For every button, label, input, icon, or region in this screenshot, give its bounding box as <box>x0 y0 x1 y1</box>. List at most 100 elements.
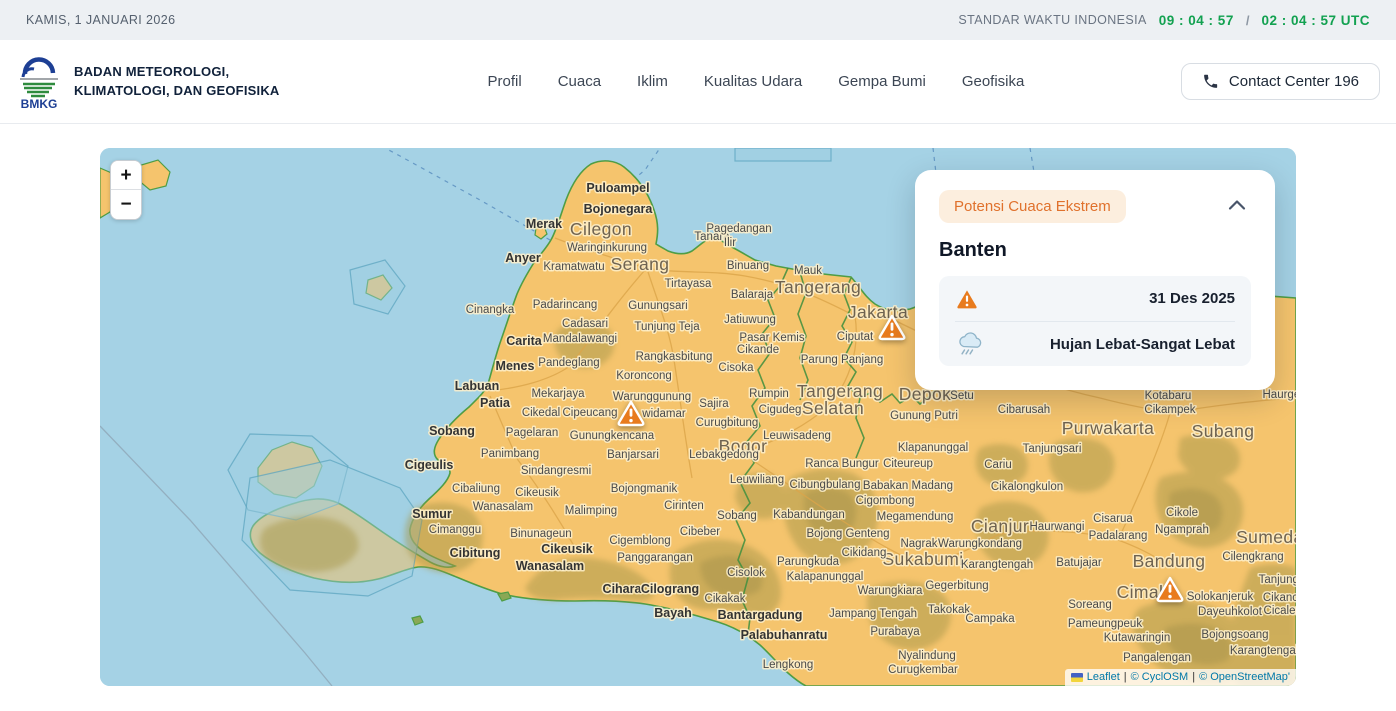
map-label: Sukabumi <box>882 549 963 569</box>
nav-profil[interactable]: Profil <box>488 73 522 90</box>
map-label: Cibitung <box>450 546 501 560</box>
zoom-in-button[interactable]: + <box>111 161 141 190</box>
map-label: Haurwangi <box>1030 521 1085 533</box>
map-label: Curugbitung <box>696 417 759 429</box>
map-label: Bantargadung <box>718 608 803 622</box>
map-label: Klapanunggal <box>898 442 968 454</box>
map-label: Cirinten <box>664 500 704 512</box>
osm-link[interactable]: © OpenStreetMap' <box>1199 671 1290 683</box>
map-label: Banjarsari <box>607 449 659 461</box>
map-label: Cisolok <box>727 567 765 579</box>
map-label: Kramatwatu <box>543 261 604 273</box>
map-label: Ngamprah <box>1155 524 1209 536</box>
map-label: Sajira <box>699 398 729 410</box>
map-label: Jampang Tengah <box>829 608 917 620</box>
map-label: Sumur <box>412 507 452 521</box>
map-label: Soreang <box>1068 599 1111 611</box>
cyclosm-link[interactable]: © CyclOSM <box>1131 671 1189 683</box>
brand-line2: KLIMATOLOGI, DAN GEOFISIKA <box>74 82 280 100</box>
map-label: Nagrak <box>900 538 937 550</box>
bmkg-logo-icon: BMKG <box>14 54 64 110</box>
map-label: Bojong Genteng <box>806 528 889 540</box>
map-label: Cigudeg <box>759 404 802 416</box>
map-label: Menes <box>496 359 535 373</box>
map-label: Kutawaringin <box>1104 632 1170 644</box>
nav-gempa-bumi[interactable]: Gempa Bumi <box>838 73 926 90</box>
map-label: Dayeuhkolot <box>1198 606 1263 618</box>
map-zoom-control: + − <box>110 160 142 220</box>
map-label: Cihara <box>603 582 643 596</box>
map-label: Cikidang <box>842 547 887 559</box>
time-standard-label: STANDAR WAKTU INDONESIA <box>958 13 1146 27</box>
map-label: Panimbang <box>481 448 539 460</box>
contact-center-button[interactable]: Contact Center 196 <box>1181 63 1380 100</box>
weather-map[interactable]: CilegonSerangTangerangJakartaTangerangSe… <box>100 148 1296 686</box>
map-label: Jakarta <box>848 302 908 322</box>
top-bar: KAMIS, 1 JANUARI 2026 STANDAR WAKTU INDO… <box>0 0 1396 40</box>
map-label: Bayah <box>654 606 692 620</box>
map-label: Malimping <box>565 505 617 517</box>
map-label: Waringinkurung <box>567 242 647 254</box>
map-label: Cilengkrang <box>1222 551 1283 563</box>
warning-date-row: 31 Des 2025 <box>955 276 1235 321</box>
map-label: Bojongmanik <box>611 483 678 495</box>
map-label: Karangtengah <box>961 559 1033 571</box>
map-label: Pangalengan <box>1123 652 1191 664</box>
map-label: Cianjur <box>971 516 1029 536</box>
nav-kualitas-udara[interactable]: Kualitas Udara <box>704 73 802 90</box>
rain-cloud-icon <box>955 331 983 357</box>
map-label: Pagelaran <box>506 427 558 439</box>
map-label: Wanasalam <box>473 501 533 513</box>
nav-cuaca[interactable]: Cuaca <box>558 73 601 90</box>
warning-condition: Hujan Lebat-Sangat Lebat <box>1050 336 1235 353</box>
map-label: Ranca Bungur <box>805 458 879 470</box>
attrib-separator: | <box>1192 671 1195 683</box>
map-label: Cisarua <box>1093 513 1133 525</box>
map-label: Pandeglang <box>538 357 599 369</box>
map-label: Lebakgedong <box>689 449 759 461</box>
time-separator: / <box>1246 13 1250 28</box>
utc-time: 02 : 04 : 57 UTC <box>1261 13 1370 28</box>
map-label: Cibungbulang <box>790 479 861 491</box>
map-label: Solokanjeruk <box>1187 591 1254 603</box>
card-badge: Potensi Cuaca Ekstrem <box>939 190 1126 223</box>
nav-iklim[interactable]: Iklim <box>637 73 668 90</box>
main-nav: Profil Cuaca Iklim Kualitas Udara Gempa … <box>488 73 1025 90</box>
zoom-out-button[interactable]: − <box>111 190 141 219</box>
map-label: Bandung <box>1133 551 1206 571</box>
map-label: Cilegon <box>570 219 632 239</box>
map-label: Pagedangan <box>706 223 771 235</box>
map-label: Gunung Putri <box>890 410 958 422</box>
nav-geofisika[interactable]: Geofisika <box>962 73 1025 90</box>
map-label: Parung Panjang <box>801 354 883 366</box>
region-title: Banten <box>939 239 1251 262</box>
map-label: Cikande <box>737 344 779 356</box>
map-label: Tangerang <box>775 277 861 297</box>
map-attribution: Leaflet | © CyclOSM | © OpenStreetMap' <box>1065 669 1296 686</box>
map-label: Kotabaru <box>1145 390 1192 402</box>
map-label: Warunggunung <box>613 391 691 403</box>
map-label: Citeureup <box>883 458 933 470</box>
map-label: Warungkiara <box>858 585 923 597</box>
map-label: Serang <box>611 254 670 274</box>
map-label: Cikedal <box>522 407 560 419</box>
map-label: Cibaliung <box>452 483 500 495</box>
map-label: Rumpin <box>749 388 789 400</box>
map-label: Cigeulis <box>405 458 454 472</box>
map-label: Padalarang <box>1089 530 1148 542</box>
map-label: Koroncong <box>616 370 672 382</box>
map-label: Balaraja <box>731 289 774 301</box>
brand-name: BADAN METEOROLOGI, KLIMATOLOGI, DAN GEOF… <box>74 63 280 99</box>
map-label: Sobang <box>429 424 475 438</box>
leaflet-link[interactable]: Leaflet <box>1087 671 1120 683</box>
map-label: Cibarusah <box>998 404 1050 416</box>
map-label: Mauk <box>794 265 822 277</box>
map-label: Ilir <box>724 237 736 249</box>
map-label: Cariu <box>984 459 1011 471</box>
map-label: Wanasalam <box>516 559 584 573</box>
map-label: Haurgeulis <box>1263 389 1296 401</box>
map-label: Palabuhanratu <box>741 628 828 642</box>
warning-panel: 31 Des 2025 Hujan Lebat-Sangat Lebat <box>939 276 1251 366</box>
collapse-card-button[interactable] <box>1223 194 1251 219</box>
ukraine-flag-icon <box>1071 673 1083 682</box>
